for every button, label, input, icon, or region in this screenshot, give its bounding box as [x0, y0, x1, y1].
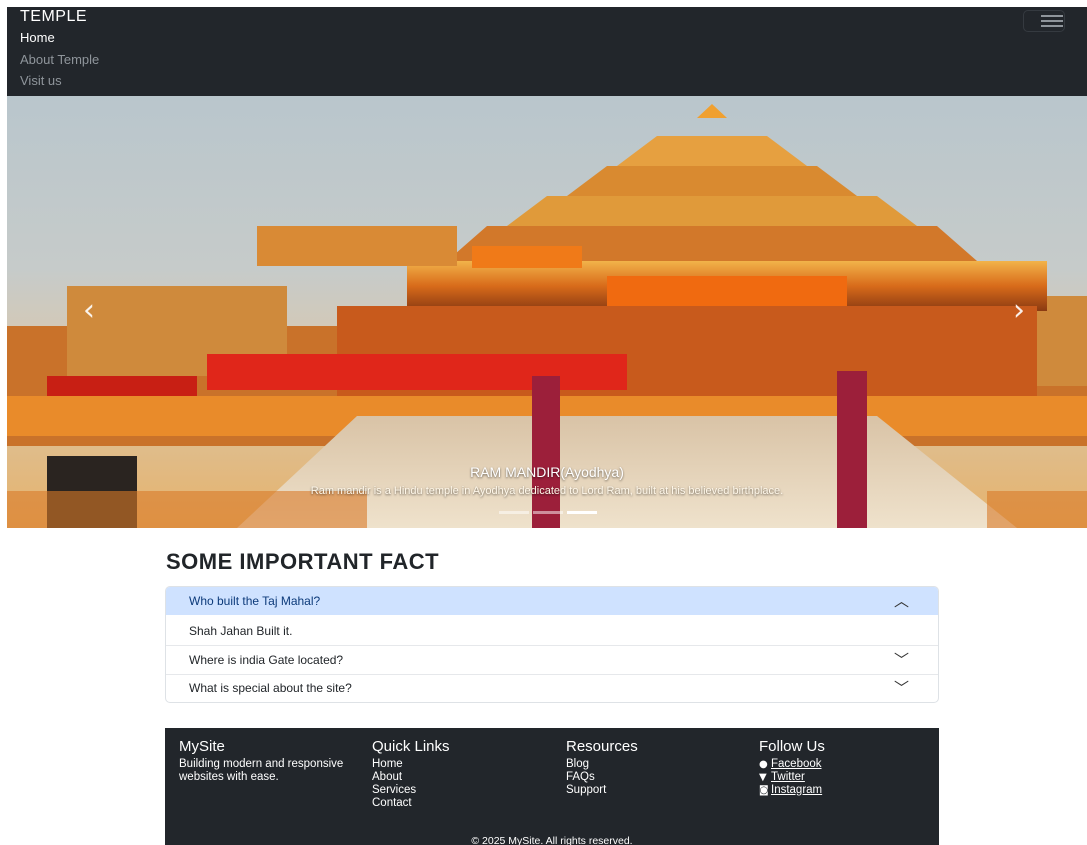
chevron-down-icon: ﹀ — [894, 679, 910, 697]
footer-link-services[interactable]: Services — [372, 784, 450, 797]
facebook-icon: ● — [759, 759, 768, 770]
navbar-toggler-button[interactable] — [1023, 10, 1065, 32]
accordion-header-taj-mahal[interactable]: Who built the Taj Mahal? ︿ — [166, 587, 938, 615]
footer-col-resources: Resources Blog FAQs Support — [566, 738, 638, 797]
carousel-indicator[interactable] — [499, 511, 529, 514]
footer-brand: MySite — [179, 738, 225, 755]
accordion-header-india-gate[interactable]: Where is india Gate located? ﹀ — [166, 646, 938, 674]
nav-link-home[interactable]: Home — [20, 30, 55, 45]
faq-accordion: Who built the Taj Mahal? ︿ Shah Jahan Bu… — [165, 586, 939, 703]
footer-link-blog[interactable]: Blog — [566, 758, 638, 771]
footer-link-home[interactable]: Home — [372, 758, 450, 771]
footer-copyright: © 2025 MySite. All rights reserved. — [471, 835, 633, 845]
navbar-brand[interactable]: TEMPLE — [20, 8, 87, 26]
instagram-icon: ◙ — [759, 785, 769, 796]
footer-link-contact[interactable]: Contact — [372, 797, 450, 810]
accordion-header-special-site[interactable]: What is special about the site? ﹀ — [166, 674, 938, 702]
hero-carousel: ‹ › RAM MANDIR(Ayodhya) Ram mandir is a … — [7, 96, 1087, 528]
footer-col-quick-links: Quick Links Home About Services Contact — [372, 738, 450, 810]
accordion-answer: Shah Jahan Built it. — [189, 624, 293, 638]
footer-tagline: Building modern and responsive websites … — [179, 758, 344, 783]
footer-col-brand: MySite Building modern and responsive we… — [179, 738, 349, 784]
carousel-caption-text: Ram mandir is a Hindu temple in Ayodhya … — [310, 485, 784, 497]
footer-follow-title: Follow Us — [759, 738, 825, 755]
chevron-up-icon: ︿ — [894, 592, 910, 610]
footer-col-follow: Follow Us ● Facebook ▼ Twitter ◙ Instagram — [759, 738, 825, 797]
footer-link-facebook[interactable]: ● Facebook — [759, 758, 825, 771]
footer: MySite Building modern and responsive we… — [165, 728, 939, 845]
accordion-question: Where is india Gate located? — [189, 653, 344, 667]
faq-section-title: SOME IMPORTANT FACT — [166, 549, 440, 574]
carousel-caption-title: RAM MANDIR(Ayodhya) — [470, 464, 624, 480]
carousel-indicator[interactable] — [567, 511, 597, 514]
carousel-next-icon[interactable]: › — [999, 291, 1039, 331]
carousel-indicator[interactable] — [533, 511, 563, 514]
accordion-question: What is special about the site? — [189, 681, 352, 695]
chevron-down-icon: ﹀ — [894, 651, 910, 669]
footer-link-faqs[interactable]: FAQs — [566, 771, 638, 784]
accordion-question: Who built the Taj Mahal? — [189, 594, 321, 608]
footer-link-about[interactable]: About — [372, 771, 450, 784]
footer-resources-title: Resources — [566, 738, 638, 755]
footer-link-support[interactable]: Support — [566, 784, 638, 797]
footer-link-twitter[interactable]: ▼ Twitter — [759, 771, 825, 784]
nav-link-about-temple[interactable]: About Temple — [20, 52, 99, 67]
footer-link-instagram[interactable]: ◙ Instagram — [759, 784, 825, 797]
twitter-icon: ▼ — [759, 772, 767, 783]
nav-link-visit-us[interactable]: Visit us — [20, 73, 62, 88]
carousel-prev-icon[interactable]: ‹ — [69, 291, 109, 331]
footer-quick-links-title: Quick Links — [372, 738, 450, 755]
navbar: TEMPLE Home About Temple Visit us — [7, 7, 1087, 96]
